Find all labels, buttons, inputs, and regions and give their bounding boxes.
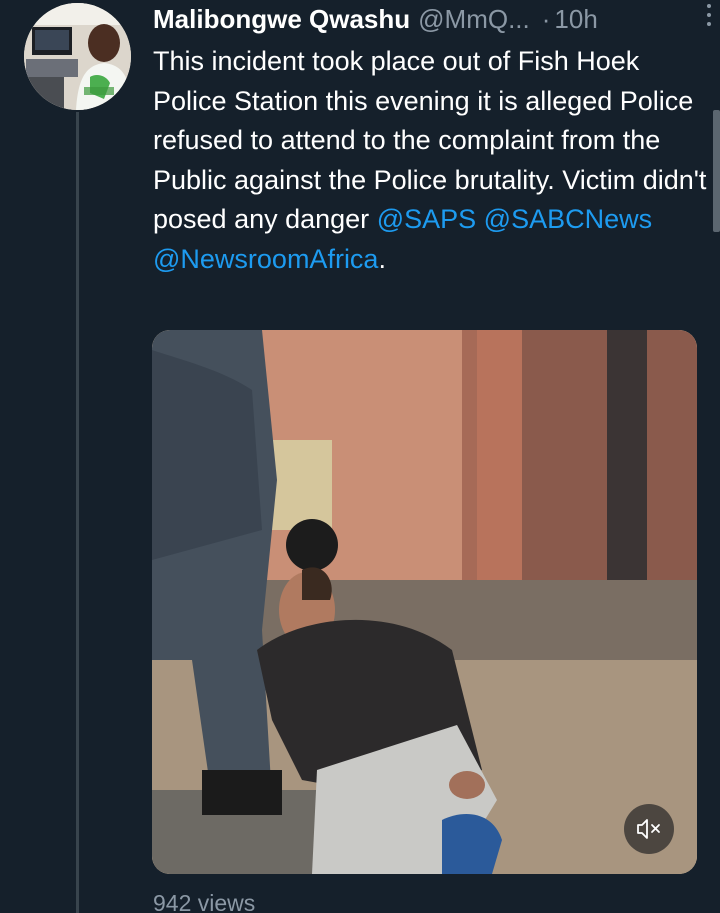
- mention-sabcnews[interactable]: @SABCNews: [484, 204, 652, 234]
- avatar-image: [24, 3, 131, 110]
- mention-saps[interactable]: @SAPS: [377, 204, 476, 234]
- timestamp[interactable]: 10h: [554, 4, 597, 35]
- tweet-text: This incident took place out of Fish Hoe…: [153, 42, 708, 280]
- tweet-header: Malibongwe Qwashu @MmQ... · 10h: [153, 4, 700, 34]
- separator-dot: ·: [541, 3, 551, 34]
- view-count: 942 views: [153, 890, 256, 913]
- mute-toggle-button[interactable]: [624, 804, 674, 854]
- volume-muted-icon: [637, 819, 660, 839]
- tweet[interactable]: Malibongwe Qwashu @MmQ... · 10h This inc…: [0, 0, 720, 913]
- video-frame: [152, 330, 697, 874]
- tweet-trailing-text: .: [378, 243, 386, 274]
- display-name[interactable]: Malibongwe Qwashu: [153, 4, 410, 35]
- avatar[interactable]: [24, 3, 131, 110]
- mention-newsroomafrica[interactable]: @NewsroomAfrica: [153, 244, 378, 274]
- scrollbar[interactable]: [713, 110, 720, 232]
- more-options-icon[interactable]: [702, 2, 716, 28]
- user-handle[interactable]: @MmQ...: [418, 4, 530, 35]
- video-player[interactable]: [152, 330, 697, 874]
- thread-line: [76, 112, 79, 913]
